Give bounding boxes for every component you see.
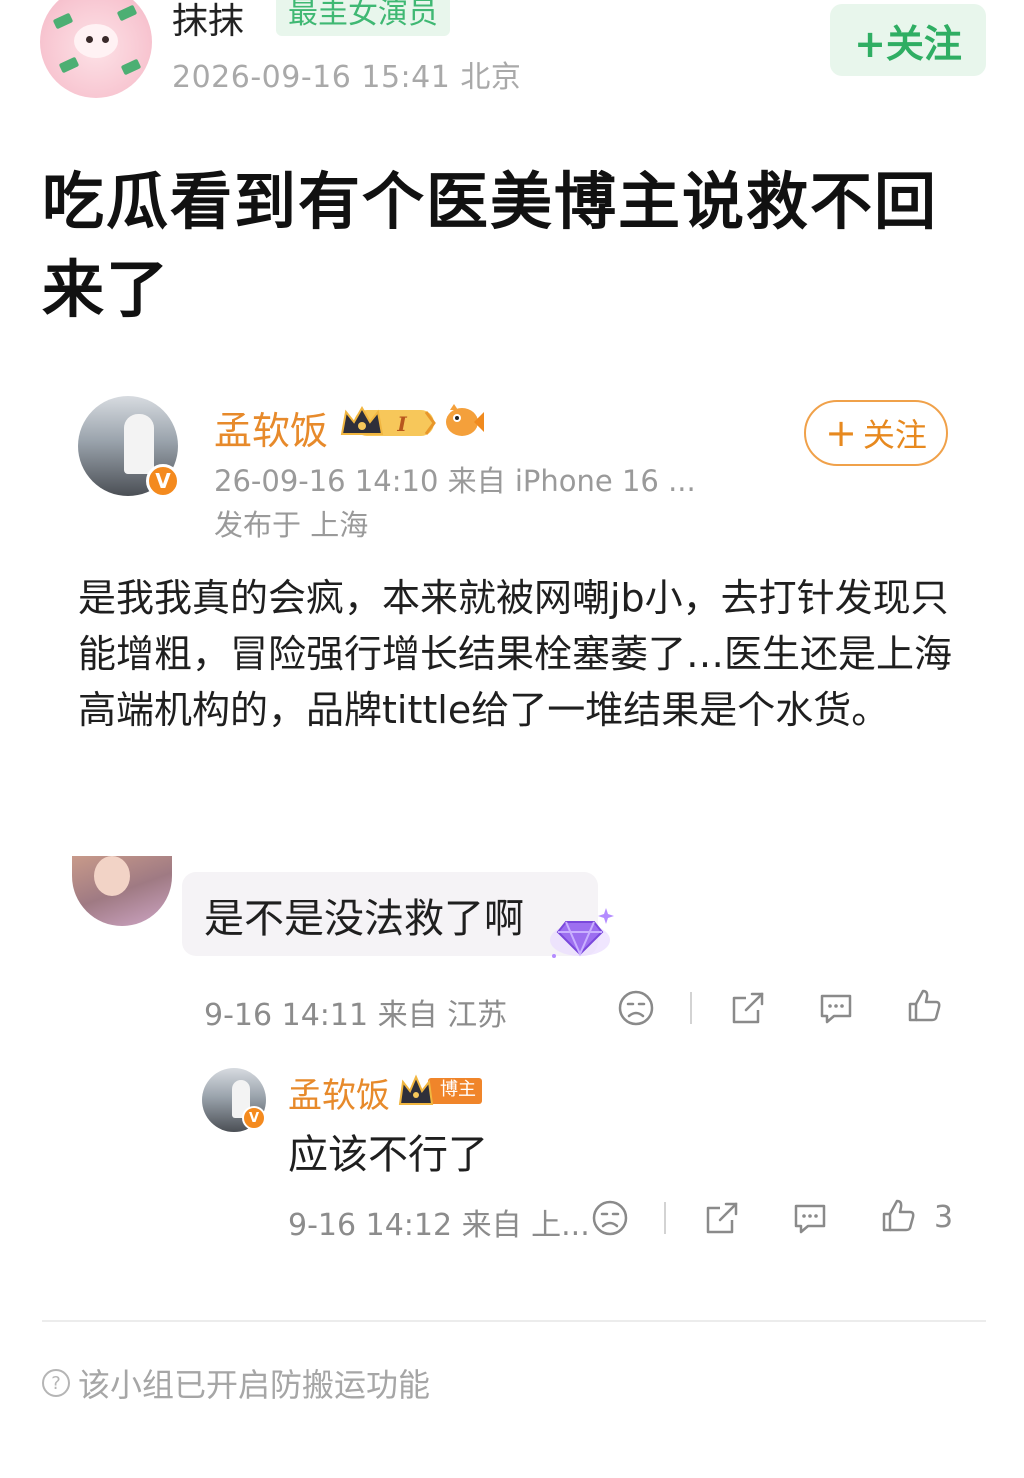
avatar-eye-left — [86, 36, 93, 43]
avatar-figure — [124, 414, 154, 474]
sad-face-icon[interactable] — [590, 1198, 630, 1238]
post-header: 抹抹 最圭女演员 2026-09-16 15:41 北京 +关注 — [0, 0, 1024, 110]
reply-like-count: 3 — [934, 1200, 954, 1235]
embedded-location: 发布于 上海 — [214, 508, 369, 542]
avatar-face — [94, 856, 130, 896]
reply-meta: 9-16 14:12 来自 上... — [288, 1208, 590, 1243]
footer-note: ? 该小组已开启防搬运功能 — [42, 1360, 430, 1406]
gem-icon — [550, 908, 614, 958]
commenter-avatar[interactable] — [72, 856, 172, 926]
footer-divider — [42, 1320, 986, 1322]
comment-icon[interactable] — [790, 1198, 830, 1238]
share-icon[interactable] — [702, 1198, 742, 1238]
crown-badge-icon: I — [340, 405, 436, 436]
author-avatar[interactable] — [40, 0, 152, 98]
money-icon — [52, 12, 74, 30]
footer-note-text: 该小组已开启防搬运功能 — [78, 1366, 431, 1404]
embedded-follow-label: 关注 — [862, 416, 927, 454]
comment-text: 是不是没法救了啊 — [204, 896, 524, 942]
fish-icon — [446, 404, 484, 436]
post-title: 吃瓜看到有个医美博主说救不回来了 — [42, 165, 939, 326]
follow-button[interactable]: +关注 — [830, 4, 986, 76]
level-badge-text: I — [396, 412, 407, 436]
comment-meta: 9-16 14:11 来自 江苏 — [204, 998, 508, 1033]
like-icon[interactable] — [878, 1196, 918, 1236]
avatar-eye-right — [102, 36, 109, 43]
author-name[interactable]: 抹抹 — [172, 0, 244, 44]
avatar-face — [74, 24, 118, 58]
verified-icon: V — [242, 1106, 266, 1130]
action-divider — [664, 1202, 666, 1234]
money-icon — [116, 4, 138, 22]
sad-face-icon[interactable] — [616, 988, 656, 1028]
reply-author-name[interactable]: 孟软饭 — [288, 1068, 390, 1117]
post-time-location: 2026-09-16 15:41 北京 — [172, 60, 522, 95]
embedded-time-device: 26-09-16 14:10 来自 iPhone 16 ... — [214, 464, 696, 498]
help-icon[interactable]: ? — [42, 1369, 70, 1397]
share-icon[interactable] — [728, 988, 768, 1028]
verified-icon: V — [146, 464, 180, 498]
reply-text: 应该不行了 — [288, 1132, 488, 1178]
author-tag: 最圭女演员 — [276, 0, 450, 36]
money-icon — [120, 58, 142, 76]
plus-icon: + — [825, 411, 857, 455]
money-icon — [58, 56, 80, 74]
author-badge-label: 博主 — [440, 1079, 476, 1100]
embedded-screenshot: V 孟软饭 I 26-09-16 14:10 来自 iPhone 16 ... … — [42, 380, 986, 1300]
action-divider — [690, 992, 692, 1024]
embedded-post-body: 是我我真的会疯，本来就被网嘲jb小，去打针发现只能增粗，冒险强行增长结果栓塞萎了… — [78, 576, 953, 732]
embedded-follow-button[interactable]: + 关注 — [804, 400, 948, 466]
like-icon[interactable] — [904, 986, 944, 1026]
comment-icon[interactable] — [816, 988, 856, 1028]
embedded-author-name[interactable]: 孟软饭 — [214, 400, 328, 455]
